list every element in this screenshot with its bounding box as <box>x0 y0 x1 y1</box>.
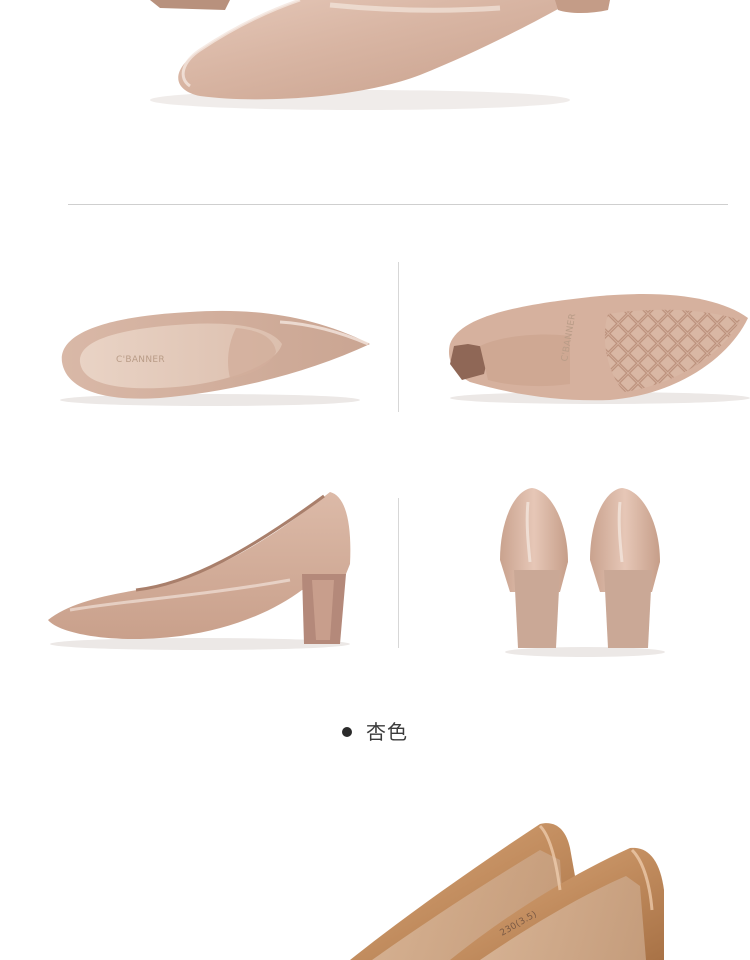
shoe-rear-view-image <box>500 488 665 657</box>
shoe-top-view-image: C'BANNER <box>60 310 370 406</box>
color-variant-label: 杏色 <box>0 716 750 745</box>
grid-divider-bottom <box>398 498 399 648</box>
color-name-text: 杏色 <box>366 720 408 744</box>
shoe-sole-view-image: C'BANNER <box>448 294 750 404</box>
grid-divider-top <box>398 262 399 412</box>
section-divider <box>68 204 728 205</box>
bullet-dot-icon <box>342 726 352 737</box>
top-shoe-image <box>150 0 610 110</box>
insole-brand-text: C'BANNER <box>116 355 165 365</box>
bottom-shoe-image: 230(3.5) <box>350 823 664 960</box>
shoe-side-view-image <box>48 492 351 650</box>
